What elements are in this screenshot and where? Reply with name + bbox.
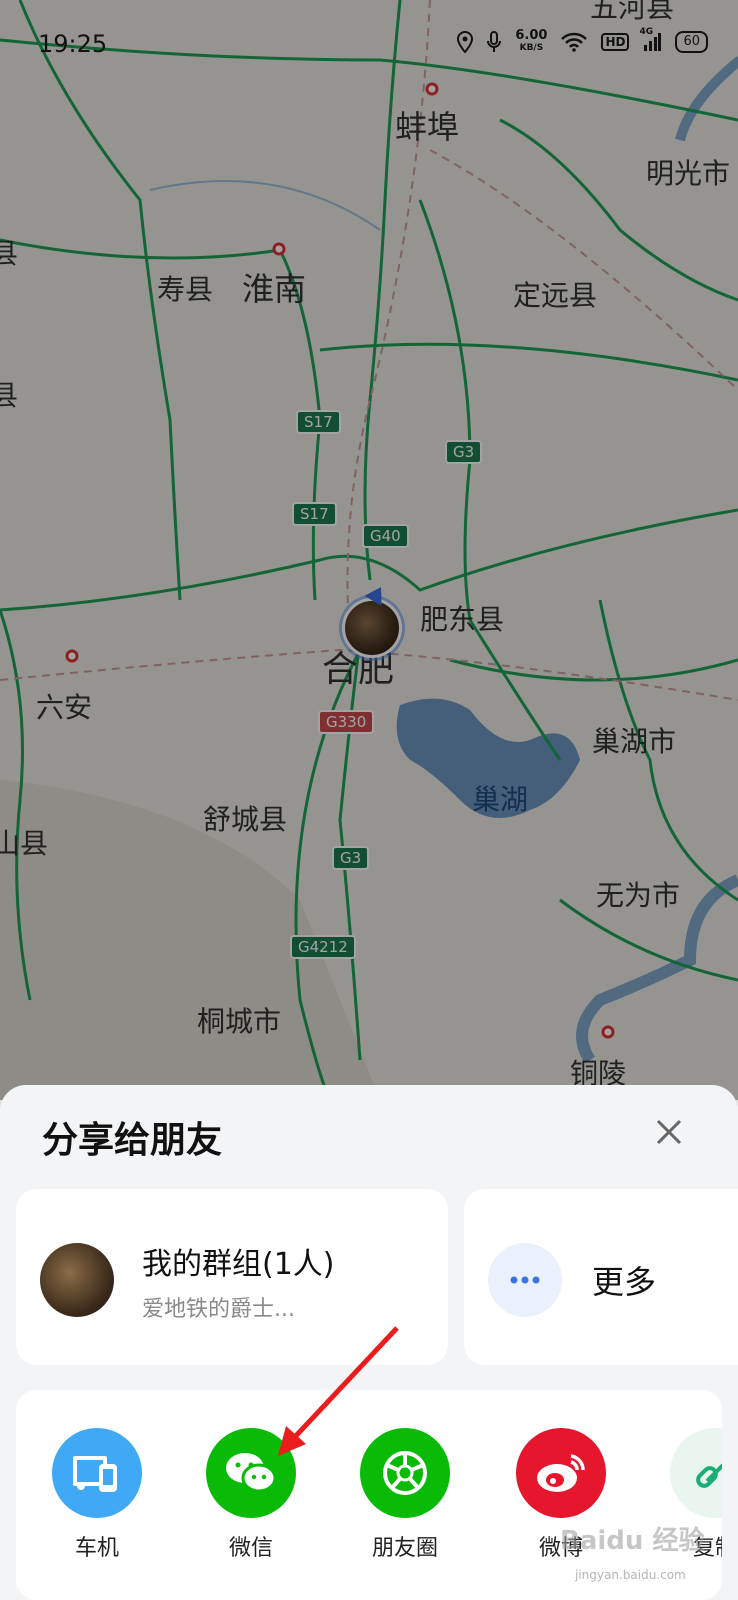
microphone-icon <box>487 31 502 53</box>
car-screen-icon <box>52 1428 142 1518</box>
moments-icon <box>360 1428 450 1518</box>
group-card[interactable]: 我的群组(1人) 爱地铁的爵士... <box>16 1189 448 1365</box>
network-speed: 6.00 KB/S <box>515 28 548 53</box>
group-name: 我的群组(1人) <box>142 1247 335 1282</box>
status-icons: 6.00 KB/S HD 4G 60 <box>457 27 708 54</box>
more-dots-icon <box>488 1243 562 1317</box>
sheet-title: 分享给朋友 <box>42 1120 223 1161</box>
group-subtitle: 爱地铁的爵士... <box>142 1297 295 1322</box>
hd-badge: HD <box>601 33 630 51</box>
weibo-icon <box>516 1428 606 1518</box>
app-label: 朋友圈 <box>371 1536 438 1561</box>
wechat-icon <box>206 1428 296 1518</box>
more-label: 更多 <box>592 1263 657 1301</box>
status-time: 19:25 <box>38 30 108 58</box>
map-overlay-dim[interactable] <box>0 0 738 1100</box>
app-label: 微信 <box>228 1536 273 1561</box>
location-icon <box>457 31 474 53</box>
battery-indicator: 60 <box>675 31 708 53</box>
avatar <box>40 1243 114 1317</box>
signal-icon: 4G <box>639 27 662 51</box>
share-app-wechat[interactable]: 微信 <box>186 1428 316 1562</box>
wifi-icon <box>561 32 588 52</box>
copy-link-icon <box>670 1428 722 1518</box>
status-bar: 19:25 6.00 KB/S HD 4G 60 <box>0 0 738 90</box>
watermark-url: jingyan.baidu.com <box>575 1568 686 1582</box>
watermark: Baidu 经验 <box>560 1526 705 1556</box>
share-app-car[interactable]: 车机 <box>32 1428 162 1562</box>
close-icon[interactable] <box>652 1115 686 1149</box>
share-app-moments[interactable]: 朋友圈 <box>340 1428 470 1562</box>
more-card[interactable]: 更多 <box>464 1189 738 1365</box>
app-label: 车机 <box>74 1536 119 1561</box>
